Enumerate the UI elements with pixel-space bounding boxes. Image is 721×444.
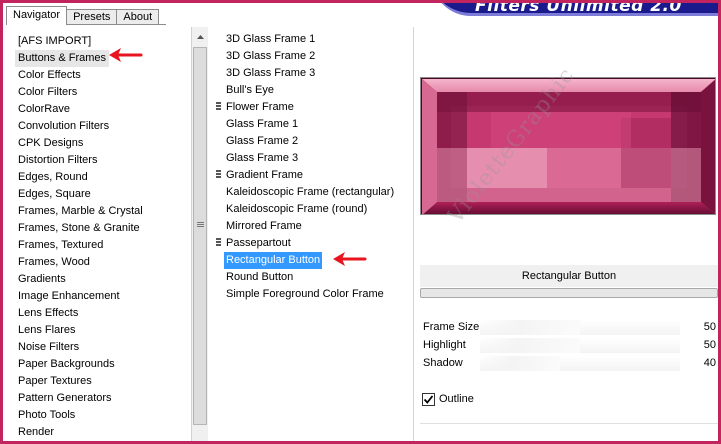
shadow-slider[interactable]: Shadow 40	[420, 355, 718, 372]
category-item[interactable]: Edges, Square	[15, 186, 94, 203]
filter-list-divider	[413, 27, 414, 441]
category-item[interactable]: Edges, Round	[15, 169, 91, 186]
filter-item[interactable]: Passepartout	[224, 235, 293, 252]
frame-size-slider[interactable]: Frame Size 50	[420, 319, 718, 336]
tab-about[interactable]: About	[116, 9, 160, 25]
category-item[interactable]: Frames, Marble & Crystal	[15, 203, 146, 220]
highlight-label: Highlight	[423, 339, 466, 351]
category-item[interactable]: [AFS IMPORT]	[15, 33, 94, 50]
highlight-slider[interactable]: Highlight 50	[420, 337, 718, 354]
subgroup-grip-icon	[216, 102, 221, 113]
dialog-frame: Filters Unlimited 2.0 Navigator Presets …	[0, 0, 721, 444]
shadow-fill	[480, 356, 560, 371]
filter-item[interactable]: 3D Glass Frame 3	[224, 65, 317, 82]
selected-filter-name: Rectangular Button	[420, 265, 718, 287]
frame-size-label: Frame Size	[423, 321, 480, 333]
filter-item[interactable]: Bull's Eye	[224, 82, 276, 99]
filter-item[interactable]: Glass Frame 3	[224, 150, 300, 167]
category-item[interactable]: Frames, Stone & Granite	[15, 220, 143, 237]
category-item[interactable]: CPK Designs	[15, 135, 86, 152]
frame-size-fill	[480, 320, 580, 335]
category-item[interactable]: Frames, Wood	[15, 254, 93, 271]
filter-item[interactable]: 3D Glass Frame 1	[224, 31, 317, 48]
highlight-fill	[480, 338, 580, 353]
filter-item[interactable]: Gradient Frame	[224, 167, 305, 184]
shadow-label: Shadow	[423, 357, 463, 369]
filter-item[interactable]: Mirrored Frame	[224, 218, 304, 235]
checkmark-icon	[423, 395, 434, 404]
filter-item[interactable]: Simple Foreground Color Frame	[224, 286, 386, 303]
category-item[interactable]: Convolution Filters	[15, 118, 112, 135]
category-item[interactable]: Frames, Textured	[15, 237, 106, 254]
category-item[interactable]: Buttons & Frames	[15, 50, 110, 67]
scroll-up-icon[interactable]	[194, 31, 207, 44]
outline-label: Outline	[439, 393, 474, 405]
tab-navigator[interactable]: Navigator	[6, 6, 68, 25]
category-item[interactable]: Paper Backgrounds	[15, 356, 118, 373]
category-item[interactable]: Image Enhancement	[15, 288, 123, 305]
category-item[interactable]: Photo Tools	[15, 407, 78, 424]
category-item[interactable]: Lens Effects	[15, 305, 81, 322]
category-list[interactable]: [AFS IMPORT] Buttons & Frames Color Effect…	[11, 27, 193, 441]
tab-presets[interactable]: Presets	[66, 9, 118, 25]
highlight-value: 50	[703, 339, 716, 351]
category-item[interactable]: Render	[15, 424, 57, 441]
filter-list[interactable]: 3D Glass Frame 1 3D Glass Frame 2 3D Glass…	[213, 27, 403, 441]
window-title: Filters Unlimited 2.0	[475, 0, 682, 16]
subgroup-grip-icon	[216, 238, 221, 249]
red-arrow-icon	[109, 48, 143, 62]
filter-item[interactable]: Kaleidoscopic Frame (round)	[224, 201, 369, 218]
frame-size-track[interactable]	[480, 320, 680, 335]
bottom-separator	[420, 423, 718, 424]
category-item[interactable]: Color Effects	[15, 67, 84, 84]
filter-item[interactable]: Glass Frame 1	[224, 116, 300, 133]
tab-bar: Navigator Presets About	[6, 6, 160, 25]
filter-item[interactable]: 3D Glass Frame 2	[224, 48, 317, 65]
category-item[interactable]: Pattern Generators	[15, 390, 115, 407]
red-arrow-icon	[333, 252, 367, 266]
filter-item[interactable]: Glass Frame 2	[224, 133, 300, 150]
category-item[interactable]: Noise Filters	[15, 339, 82, 356]
filter-item[interactable]: Rectangular Button	[224, 252, 323, 269]
progress-bar	[420, 288, 718, 298]
category-item[interactable]: Distortion Filters	[15, 152, 100, 169]
category-item[interactable]: ColorRave	[15, 101, 73, 118]
filter-item[interactable]: Round Button	[224, 269, 295, 286]
subgroup-grip-icon	[216, 170, 221, 181]
shadow-track[interactable]	[480, 356, 680, 371]
category-scrollbar[interactable]	[191, 27, 208, 441]
category-item[interactable]: Color Filters	[15, 84, 80, 101]
outline-checkbox[interactable]	[422, 393, 435, 406]
category-item[interactable]: Paper Textures	[15, 373, 95, 390]
shadow-value: 40	[703, 357, 716, 369]
category-item[interactable]: Lens Flares	[15, 322, 78, 339]
highlight-track[interactable]	[480, 338, 680, 353]
filter-item[interactable]: Flower Frame	[224, 99, 296, 116]
filter-item[interactable]: Kaleidoscopic Frame (rectangular)	[224, 184, 396, 201]
frame-size-value: 50	[703, 321, 716, 333]
category-item[interactable]: Gradients	[15, 271, 69, 288]
category-scroll-thumb[interactable]	[193, 47, 207, 425]
